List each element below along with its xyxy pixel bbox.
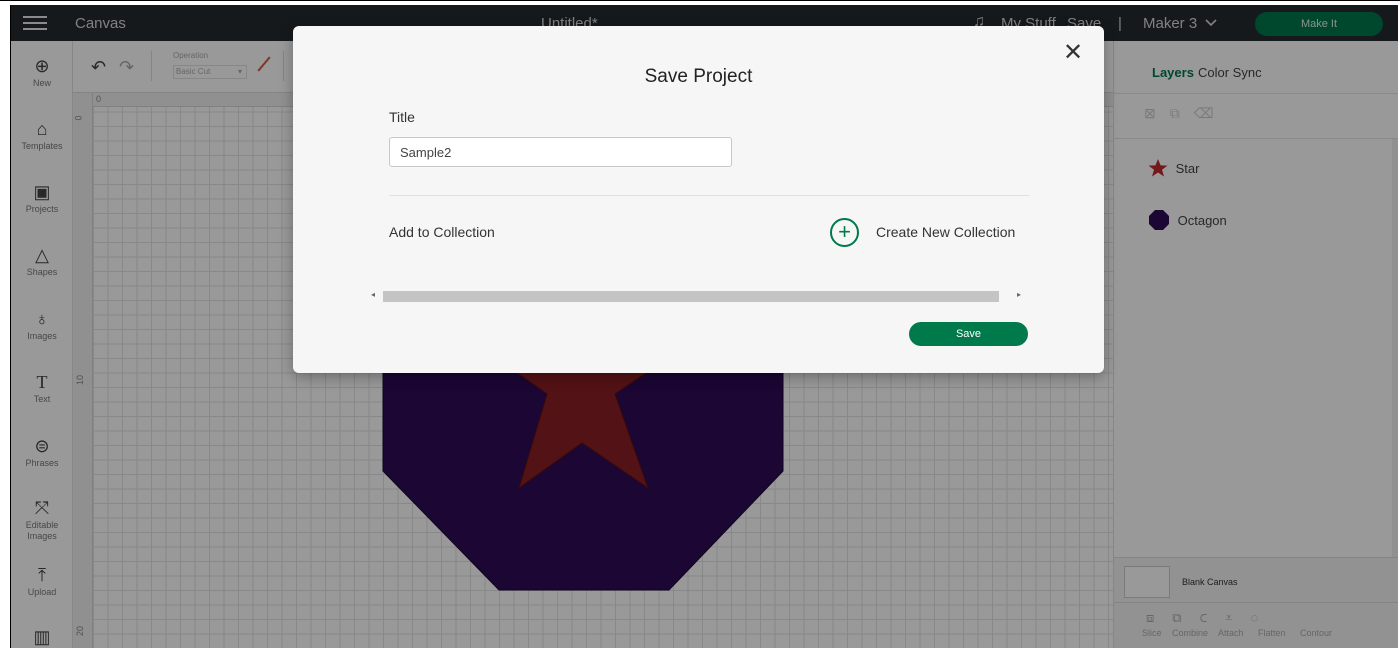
app-root: Canvas Untitled* ♫ My Stuff Save | Maker… [0, 0, 1400, 661]
plus-circle-icon: + [830, 217, 859, 247]
scroll-left-icon[interactable]: ◂ [371, 290, 375, 299]
close-icon[interactable]: ✕ [1063, 41, 1083, 65]
add-to-collection-label: Add to Collection [389, 224, 495, 240]
create-new-collection-label: Create New Collection [876, 224, 1016, 240]
save-project-dialog: Save Project ✕ Title Add to Collection +… [293, 26, 1104, 373]
title-label: Title [389, 109, 415, 125]
dialog-divider [389, 195, 1029, 196]
app-window: Canvas Untitled* ♫ My Stuff Save | Maker… [10, 5, 1398, 648]
collection-scrollbar[interactable]: ◂ ▸ [369, 290, 1029, 302]
dialog-title: Save Project [644, 66, 753, 87]
create-new-collection-button[interactable]: + Create New Collection [830, 217, 1015, 247]
save-button[interactable]: Save [909, 322, 1028, 346]
scrollbar-thumb[interactable] [383, 291, 999, 302]
title-input[interactable] [389, 137, 732, 167]
scroll-right-icon[interactable]: ▸ [1017, 290, 1021, 299]
